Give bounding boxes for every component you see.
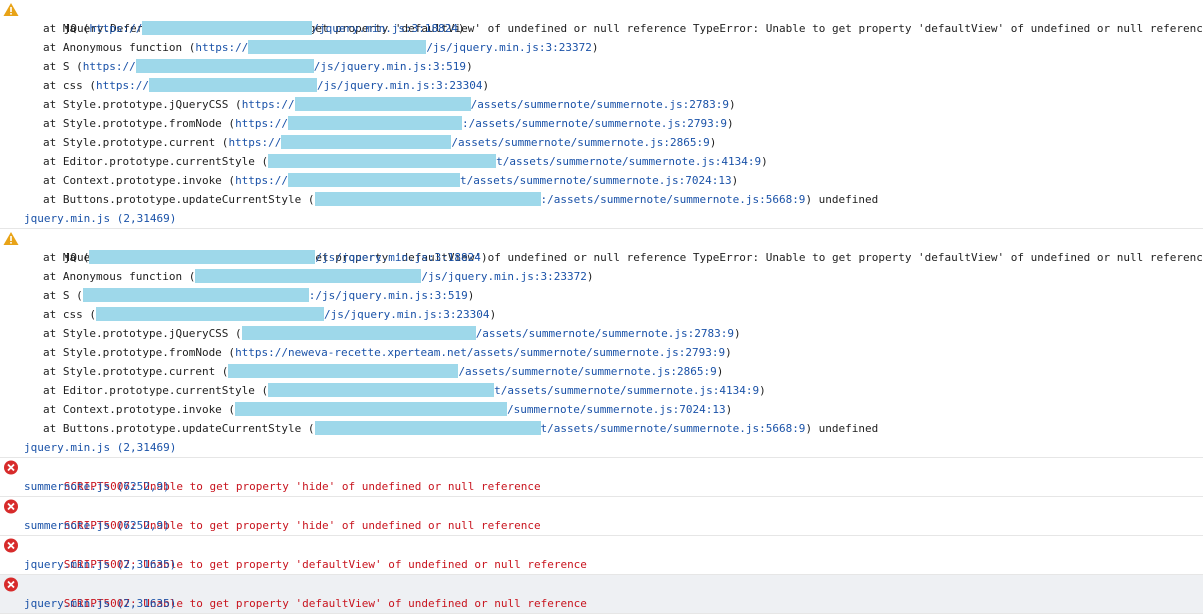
stack-link[interactable]: t/assets/summernote/summernote.js:4134:9	[268, 154, 761, 168]
stack-link[interactable]: https:///jquery.min.js:3:18824	[89, 21, 458, 35]
stack-link[interactable]: /js/jquery.min.js:3:23304	[95, 307, 490, 321]
source-link[interactable]: summernote.js (6252,9)	[24, 480, 170, 493]
stack-frame: at Context.prototype.invoke (/summernote…	[43, 402, 733, 416]
stack-link[interactable]: t/assets/summernote/summernote.js:5668:9	[314, 421, 805, 435]
error-icon	[4, 499, 18, 514]
stack-link[interactable]: t/assets/summernote/summernote.js:4134:9	[268, 383, 759, 397]
redacted-block	[241, 326, 476, 340]
stack-link[interactable]: /js/jquery.min.js:3:23372	[195, 269, 587, 283]
error-message: SCRIPT5007: Unable to get property 'defa…	[0, 536, 1203, 571]
stack-frame: at css (https:///js/jquery.min.js:3:2330…	[43, 78, 490, 92]
stack-link[interactable]: https:///js/jquery.min.js:3:23372	[195, 40, 592, 54]
error-icon	[4, 460, 18, 475]
stack-frame: at Ma (/js/jquery.min.js:3:18824)	[43, 250, 488, 264]
stack-link[interactable]: https:///js/jquery.min.js:3:23304	[96, 78, 483, 92]
console-panel: jQuery.Deferred exception: Unable to get…	[0, 0, 1203, 615]
redacted-block	[248, 40, 427, 54]
warning-icon	[3, 3, 19, 16]
stack-link[interactable]: https:///js/jquery.min.js:3:519	[83, 59, 466, 73]
redacted-block	[314, 421, 541, 435]
redacted-block	[82, 288, 309, 302]
redacted-block	[195, 269, 422, 283]
error-message: SCRIPT5007: Unable to get property 'hide…	[0, 458, 1203, 493]
stack-frame: at S (:/js/jquery.min.js:3:519)	[43, 288, 475, 302]
stack-link[interactable]: /js/jquery.min.js:3:18824	[89, 250, 481, 264]
redacted-block	[95, 307, 324, 321]
stack-frame: at Buttons.prototype.updateCurrentStyle …	[43, 192, 879, 206]
stack-link[interactable]: :/js/jquery.min.js:3:519	[82, 288, 468, 302]
stack-frame: at Buttons.prototype.updateCurrentStyle …	[43, 421, 879, 435]
stack-link[interactable]: :/assets/summernote/summernote.js:5668:9	[314, 192, 805, 206]
redacted-block	[281, 135, 452, 149]
stack-frame: at Style.prototype.jQueryCSS (/assets/su…	[43, 326, 741, 340]
redacted-block	[288, 116, 463, 130]
redacted-block	[314, 192, 541, 206]
stack-frame: at Style.prototype.fromNode (https://:/a…	[43, 116, 734, 130]
source-location: jquery.min.js (2,31469)	[0, 438, 1203, 457]
console-entry-error[interactable]: SCRIPT5007: Unable to get property 'defa…	[0, 575, 1203, 614]
source-location: jquery.min.js (2,31469)	[0, 209, 1203, 228]
error-icon	[4, 577, 18, 592]
source-location: jquery.min.js (2,31635)	[0, 555, 1203, 574]
stack-frame: at Editor.prototype.currentStyle (t/asse…	[43, 383, 766, 397]
source-link[interactable]: summernote.js (6252,9)	[24, 519, 170, 532]
source-location: summernote.js (6252,9)	[0, 516, 1203, 535]
redacted-block	[235, 402, 508, 416]
redacted-block	[294, 97, 471, 111]
stack-link[interactable]: /summernote/summernote.js:7024:13	[235, 402, 726, 416]
redacted-block	[268, 154, 497, 168]
console-entry-warning[interactable]: jQuery.Deferred exception: Unable to get…	[0, 0, 1203, 229]
stack-link[interactable]: https://t/assets/summernote/summernote.j…	[235, 173, 732, 187]
stack-frame: at S (https:///js/jquery.min.js:3:519)	[43, 59, 473, 73]
redacted-block	[228, 364, 459, 378]
stack-link[interactable]: https://:/assets/summernote/summernote.j…	[235, 116, 727, 130]
log-message: jQuery.Deferred exception: Unable to get…	[0, 229, 1203, 264]
source-location: jquery.min.js (2,31635)	[0, 594, 1203, 613]
console-entry-error[interactable]: SCRIPT5007: Unable to get property 'hide…	[0, 497, 1203, 536]
console-entry-error[interactable]: SCRIPT5007: Unable to get property 'defa…	[0, 536, 1203, 575]
stack-frame: at Style.prototype.current (https:///ass…	[43, 135, 717, 149]
error-icon	[4, 538, 18, 553]
stack-frame: at Anonymous function (/js/jquery.min.js…	[43, 269, 594, 283]
warning-icon	[3, 232, 19, 245]
redacted-block	[148, 78, 317, 92]
stack-frame: at Ma (https:///jquery.min.js:3:18824)	[43, 21, 465, 35]
stack-frame: at Style.prototype.fromNode (https://new…	[43, 346, 732, 359]
stack-link[interactable]: /assets/summernote/summernote.js:2865:9	[228, 364, 717, 378]
stack-frame: at Editor.prototype.currentStyle (t/asse…	[43, 154, 768, 168]
source-link[interactable]: jquery.min.js (2,31635)	[24, 597, 176, 610]
stack-frame: at Context.prototype.invoke (https://t/a…	[43, 173, 739, 187]
log-message: jQuery.Deferred exception: Unable to get…	[0, 0, 1203, 35]
redacted-block	[142, 21, 313, 35]
stack-link[interactable]: https://neweva-recette.xperteam.net/asse…	[235, 346, 725, 359]
source-link[interactable]: jquery.min.js (2,31469)	[24, 441, 176, 454]
redacted-block	[135, 59, 314, 73]
source-location: summernote.js (6252,9)	[0, 477, 1203, 496]
console-entry-warning[interactable]: jQuery.Deferred exception: Unable to get…	[0, 229, 1203, 458]
stack-frame: at Anonymous function (https:///js/jquer…	[43, 40, 599, 54]
stack-link[interactable]: https:///assets/summernote/summernote.js…	[242, 97, 729, 111]
error-message: SCRIPT5007: Unable to get property 'defa…	[0, 575, 1203, 610]
stack-frame: at css (/js/jquery.min.js:3:23304)	[43, 307, 497, 321]
source-link[interactable]: jquery.min.js (2,31635)	[24, 558, 176, 571]
redacted-block	[89, 250, 316, 264]
stack-frame: at Style.prototype.jQueryCSS (https:///a…	[43, 97, 736, 111]
stack-frame: at Style.prototype.current (/assets/summ…	[43, 364, 724, 378]
source-link[interactable]: jquery.min.js (2,31469)	[24, 212, 176, 225]
error-message: SCRIPT5007: Unable to get property 'hide…	[0, 497, 1203, 532]
redacted-block	[288, 173, 461, 187]
redacted-block	[268, 383, 495, 397]
stack-link[interactable]: /assets/summernote/summernote.js:2783:9	[241, 326, 734, 340]
stack-link[interactable]: https:///assets/summernote/summernote.js…	[228, 135, 710, 149]
console-entry-error[interactable]: SCRIPT5007: Unable to get property 'hide…	[0, 458, 1203, 497]
